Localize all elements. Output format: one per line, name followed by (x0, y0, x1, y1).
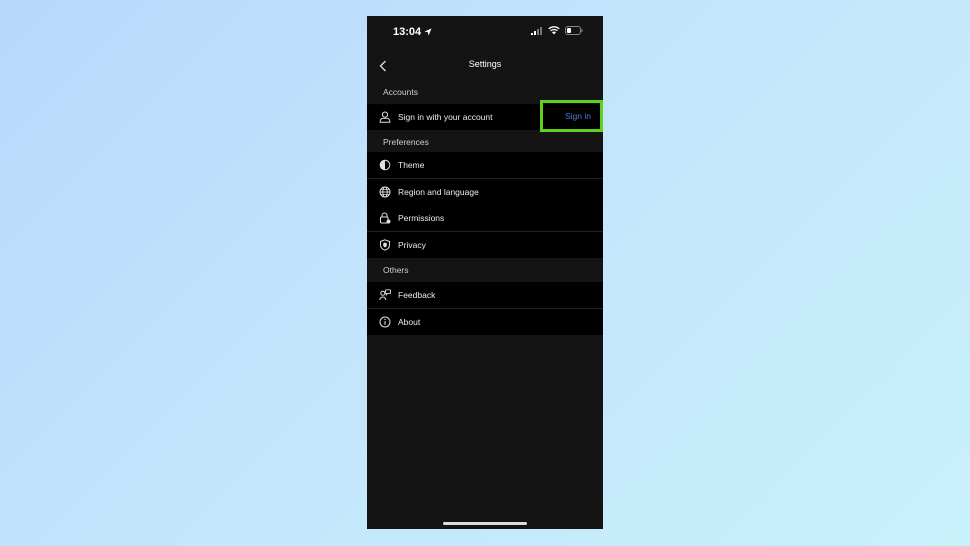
person-icon (378, 110, 392, 124)
settings-item-privacy[interactable]: Privacy (367, 232, 603, 258)
settings-item-label: Region and language (398, 187, 479, 197)
shield-icon (378, 238, 392, 252)
theme-icon (378, 158, 392, 172)
sign-in-row[interactable]: Sign in with your account Sign in (367, 104, 603, 130)
section-header-label: Preferences (383, 137, 429, 147)
settings-item-label: Permissions (398, 213, 445, 223)
section-header-accounts: Accounts (367, 80, 603, 104)
settings-item-label: Privacy (398, 240, 426, 250)
status-bar: 13:04 (367, 16, 603, 50)
sign-in-link[interactable]: Sign in (565, 111, 591, 121)
settings-item-label: About (398, 317, 421, 327)
info-icon (378, 315, 392, 329)
home-indicator (443, 522, 527, 525)
settings-item-feedback[interactable]: Feedback (367, 282, 603, 308)
status-icons (531, 26, 583, 35)
status-time: 13:04 (393, 26, 422, 38)
sign-in-row-label: Sign in with your account (398, 112, 493, 122)
section-header-others: Others (367, 258, 603, 282)
section-header-label: Others (383, 265, 409, 275)
wifi-icon (548, 26, 560, 35)
settings-item-permissions[interactable]: Permissions (367, 205, 603, 231)
globe-icon (378, 185, 392, 199)
settings-item-label: Feedback (398, 290, 436, 300)
battery-icon (565, 26, 583, 35)
settings-item-theme[interactable]: Theme (367, 152, 603, 178)
cellular-signal-icon (531, 26, 542, 35)
settings-item-region-language[interactable]: Region and language (367, 179, 603, 205)
section-header-preferences: Preferences (367, 130, 603, 154)
status-time-group: 13:04 (393, 26, 432, 38)
page-title: Settings (468, 59, 502, 69)
section-header-label: Accounts (383, 87, 418, 97)
navigation-bar: Settings (367, 52, 603, 80)
location-arrow-icon (424, 28, 432, 36)
feedback-icon (378, 288, 392, 302)
lock-icon (378, 211, 392, 225)
settings-item-about[interactable]: About (367, 309, 603, 335)
settings-item-label: Theme (398, 160, 425, 170)
phone-screen: 13:04 Settings Accounts Sign in with you… (367, 16, 603, 529)
